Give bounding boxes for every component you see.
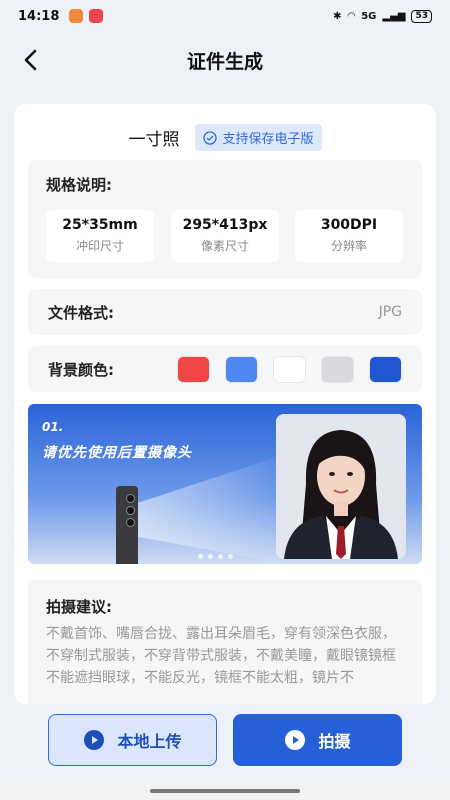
spec-value: 25*35mm: [62, 217, 138, 233]
spec-caption: 冲印尺寸: [75, 239, 124, 253]
carousel-dot: [208, 554, 213, 559]
play-circle-icon: [285, 730, 306, 750]
status-bar: 14:18 ✱ ◠ 5G ▂▄▆ 53: [0, 0, 450, 32]
banner-caption: 请优先使用后置摄像头: [42, 445, 192, 461]
status-time: 14:18: [18, 8, 60, 24]
bottom-action-bar: 本地上传 拍摄: [0, 704, 450, 782]
background-color-row: 背景颜色:: [28, 346, 422, 392]
status-icons: ✱ ◠ 5G ▂▄▆ 53: [333, 9, 432, 23]
background-color-label: 背景颜色:: [48, 360, 114, 379]
color-swatches: [177, 355, 402, 383]
back-arrow-icon[interactable]: [18, 46, 46, 74]
video-notification-icon: [89, 9, 104, 23]
photo-size-label: 一寸照: [128, 130, 180, 150]
color-swatch-blue[interactable]: [225, 355, 258, 383]
phone-illustration: [116, 486, 138, 564]
spec-print-size: 25*35mm 冲印尺寸: [46, 210, 154, 262]
electronic-badge: 支持保存电子版: [195, 124, 322, 151]
local-upload-button[interactable]: 本地上传: [48, 714, 217, 766]
camera-lens-icon: [126, 506, 135, 515]
photo-type-row: 一寸照 支持保存电子版: [14, 124, 436, 151]
local-upload-label: 本地上传: [117, 732, 182, 751]
color-swatch-white[interactable]: [273, 355, 306, 383]
spec-value: 300DPI: [320, 217, 378, 233]
portrait-illustration: [276, 414, 406, 559]
camera-lens-icon: [126, 518, 135, 527]
tips-text: 不戴首饰、嘴唇合拢、露出耳朵眉毛，穿有领深色衣服，不穿制式服装，不穿背带式服装，…: [46, 626, 396, 686]
carousel-indicator: [198, 554, 233, 559]
check-circle-icon: [203, 130, 218, 145]
format-label: 文件格式:: [48, 303, 114, 322]
spec-label: 规格说明:: [46, 176, 112, 194]
carousel-dot: [198, 554, 203, 559]
settings-card: 一寸照 支持保存电子版 规格说明: 25*35mm 冲印尺寸 295*413px…: [14, 104, 436, 704]
electronic-badge-label: 支持保存电子版: [222, 132, 314, 147]
camera-lens-icon: [126, 494, 135, 503]
system-home-bar: [0, 782, 450, 800]
signal-icon: ▂▄▆: [382, 10, 406, 22]
color-swatch-gray[interactable]: [321, 355, 354, 383]
color-swatch-red[interactable]: [177, 355, 210, 383]
play-circle-icon: [84, 730, 105, 750]
signal-label: 5G: [361, 10, 377, 22]
app-notification-icon: [69, 9, 84, 23]
camera-beam: [136, 454, 286, 564]
tip-banner[interactable]: 01. 请优先使用后置摄像头: [28, 404, 422, 564]
color-swatch-dark-blue[interactable]: [369, 355, 402, 383]
spec-caption: 像素尺寸: [200, 239, 249, 253]
spec-caption: 分辨率: [330, 239, 367, 253]
banner-step: 01.: [42, 420, 64, 434]
home-indicator[interactable]: [150, 789, 300, 793]
nav-bar: 证件生成: [0, 38, 450, 82]
bluetooth-icon: ✱: [333, 10, 342, 22]
battery-icon: 53: [411, 9, 432, 23]
format-row: 文件格式: JPG: [28, 289, 422, 335]
spec-resolution: 300DPI 分辨率: [295, 210, 403, 262]
page-title: 证件生成: [186, 50, 263, 73]
sample-portrait: [276, 414, 406, 559]
spec-value: 295*413px: [182, 217, 268, 233]
carousel-dot: [218, 554, 223, 559]
spec-panel: 规格说明: 25*35mm 冲印尺寸 295*413px 像素尺寸 300DPI…: [28, 160, 422, 278]
carousel-dot: [228, 554, 233, 559]
format-value: JPG: [378, 304, 402, 320]
shoot-button[interactable]: 拍摄: [233, 714, 402, 766]
spec-pixel-size: 295*413px 像素尺寸: [171, 210, 279, 262]
tips-label: 拍摄建议:: [46, 598, 112, 616]
shoot-label: 拍摄: [318, 732, 351, 751]
shooting-tips: 拍摄建议: 不戴首饰、嘴唇合拢、露出耳朵眉毛，穿有领深色衣服，不穿制式服装，不穿…: [28, 580, 422, 704]
wifi-icon: ◠: [347, 10, 356, 22]
